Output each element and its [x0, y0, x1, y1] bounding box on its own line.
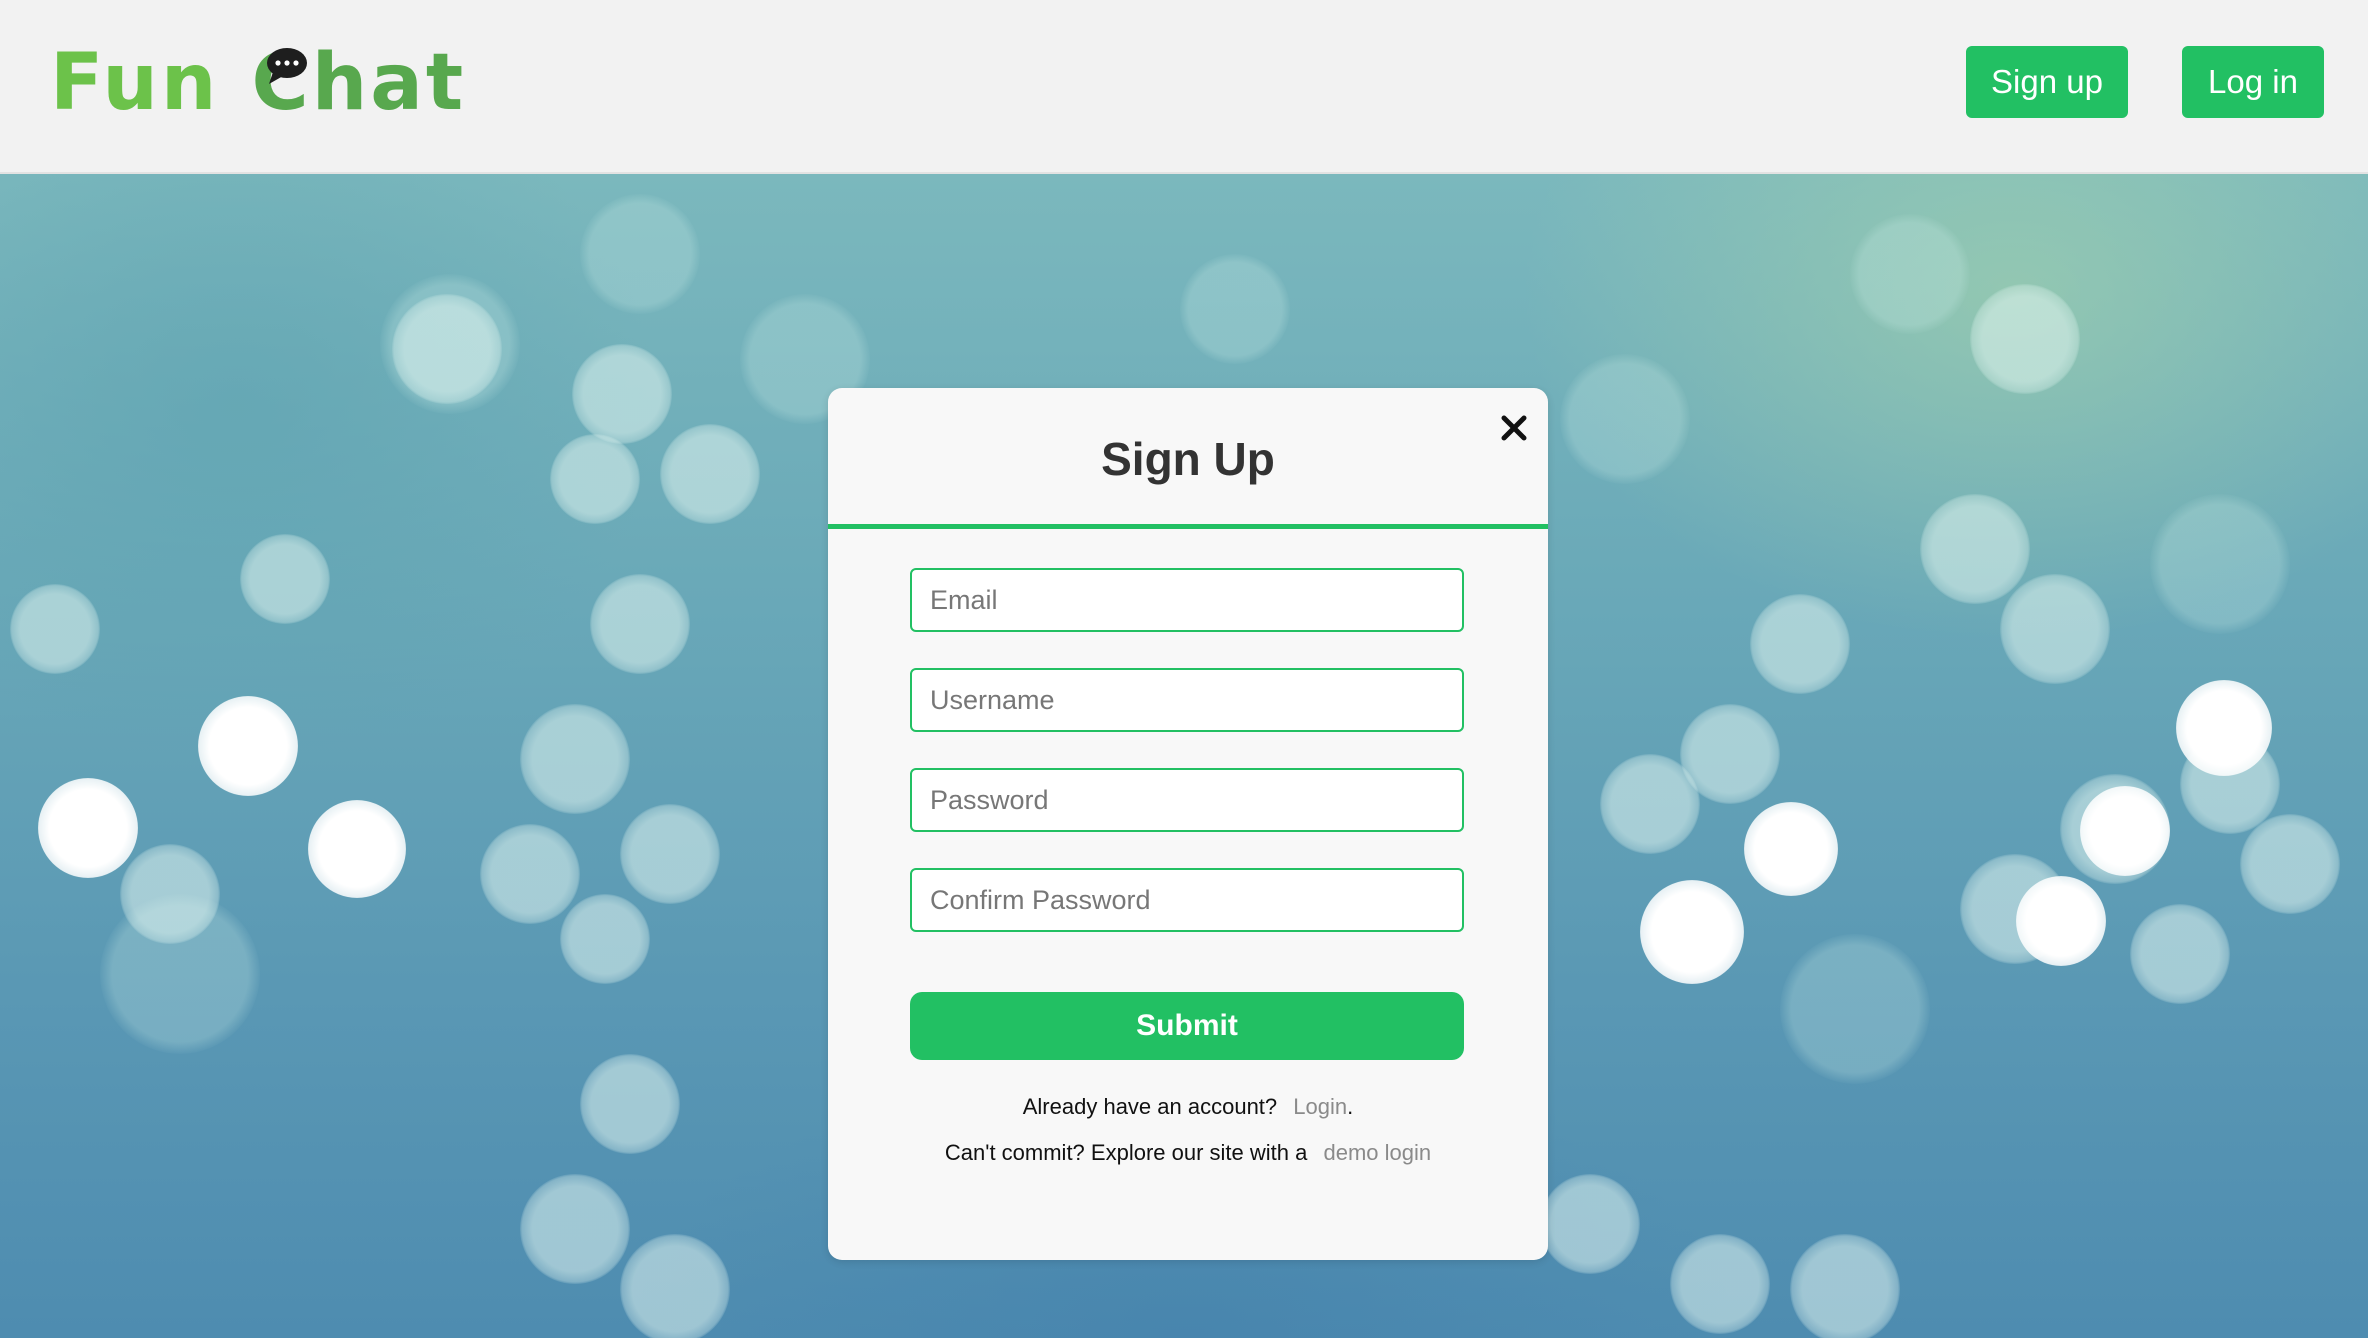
bokeh-light — [1640, 880, 1744, 984]
logo-word-chat: Chat — [251, 38, 466, 128]
bokeh-light — [2016, 876, 2106, 966]
email-field[interactable] — [910, 568, 1464, 632]
bokeh-light — [1750, 594, 1850, 694]
modal-divider — [828, 524, 1548, 529]
bokeh-light — [1920, 494, 2030, 604]
bokeh-light — [240, 534, 330, 624]
demo-prompt-text: Can't commit? Explore our site with a — [944, 1140, 1308, 1165]
chat-bubble-icon — [267, 48, 308, 84]
bokeh-light — [1560, 354, 1690, 484]
username-field[interactable] — [910, 668, 1464, 732]
signup-button[interactable]: Sign up — [1966, 46, 2128, 118]
bokeh-light — [1540, 1174, 1640, 1274]
login-prompt-period: . — [1347, 1094, 1354, 1119]
demo-prompt: Can't commit? Explore our site with a de… — [828, 1140, 1548, 1166]
bokeh-light — [1670, 1234, 1770, 1334]
submit-button[interactable]: Submit — [910, 992, 1464, 1060]
bokeh-light — [620, 1234, 730, 1338]
confirm-password-field[interactable] — [910, 868, 1464, 932]
bokeh-light — [2000, 574, 2110, 684]
bokeh-light — [1970, 284, 2080, 394]
password-field[interactable] — [910, 768, 1464, 832]
bokeh-light — [2240, 814, 2340, 914]
bokeh-light — [1780, 934, 1930, 1084]
login-prompt-text: Already have an account? — [1022, 1094, 1278, 1119]
demo-login-link[interactable]: demo login — [1323, 1140, 1431, 1165]
bokeh-light — [392, 294, 502, 404]
bokeh-light — [1180, 254, 1290, 364]
bokeh-light — [38, 778, 138, 878]
login-prompt: Already have an account? Login. — [828, 1094, 1548, 1120]
bokeh-light — [2176, 680, 2272, 776]
login-button[interactable]: Log in — [2182, 46, 2324, 118]
modal-title: Sign Up — [1101, 433, 1275, 485]
bokeh-light — [2150, 494, 2290, 634]
bokeh-light — [572, 344, 672, 444]
bokeh-light — [1744, 802, 1838, 896]
top-nav: Fun Chat Sign up Log in — [0, 0, 2368, 174]
signup-modal: Sign Up Submit Already have an account? … — [828, 388, 1548, 1260]
bokeh-light — [1850, 214, 1970, 334]
logo-word-fun: Fun — [50, 38, 220, 128]
bokeh-light — [520, 704, 630, 814]
bokeh-light — [2130, 904, 2230, 1004]
bokeh-light — [620, 804, 720, 904]
bokeh-light — [580, 1054, 680, 1154]
bokeh-light — [520, 1174, 630, 1284]
bokeh-light — [1680, 704, 1780, 804]
bokeh-light — [308, 800, 406, 898]
bokeh-light — [580, 194, 700, 314]
fun-chat-logo[interactable]: Fun Chat — [50, 38, 466, 128]
bokeh-light — [2080, 786, 2170, 876]
login-link[interactable]: Login — [1293, 1094, 1347, 1119]
bokeh-light — [590, 574, 690, 674]
bokeh-light — [120, 844, 220, 944]
bokeh-light — [550, 434, 640, 524]
bokeh-light — [10, 584, 100, 674]
bokeh-light — [480, 824, 580, 924]
bokeh-light — [1790, 1234, 1900, 1338]
close-icon[interactable] — [1492, 406, 1536, 450]
bokeh-light — [660, 424, 760, 524]
bokeh-light — [198, 696, 298, 796]
bokeh-light — [560, 894, 650, 984]
